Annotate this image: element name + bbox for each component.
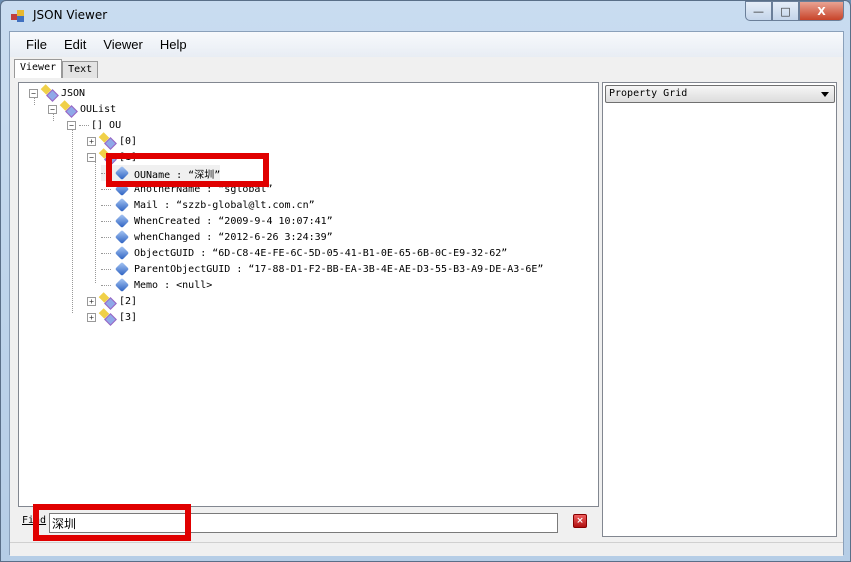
tree-node-item[interactable]: + [3]: [87, 309, 137, 325]
menu-viewer[interactable]: Viewer: [95, 37, 152, 52]
title-bar: JSON Viewer — □ X: [1, 1, 850, 31]
tree-prop[interactable]: Memo : <null>: [101, 277, 212, 293]
tree-node-oulist[interactable]: − OUList: [48, 101, 116, 117]
property-icon: [114, 261, 130, 277]
menu-bar: File Edit Viewer Help: [10, 32, 843, 57]
app-icon: [11, 10, 25, 22]
client-area: File Edit Viewer Help Viewer Text − JSON …: [9, 31, 844, 556]
minimize-button[interactable]: —: [745, 1, 772, 21]
highlight-box-find: [33, 504, 191, 541]
object-icon: [99, 134, 115, 148]
menu-help[interactable]: Help: [152, 37, 196, 52]
clear-find-button[interactable]: ×: [573, 514, 587, 528]
expand-icon[interactable]: +: [87, 296, 96, 306]
tab-viewer[interactable]: Viewer: [14, 59, 63, 78]
menu-file[interactable]: File: [18, 37, 56, 52]
property-panel: Property Grid: [602, 82, 837, 537]
json-tree[interactable]: − JSON − OUList −[] OU + [0] − [1] OUName : …: [18, 82, 599, 507]
tree-node-json[interactable]: − JSON: [29, 85, 85, 101]
app-window: JSON Viewer — □ X File Edit Viewer Help …: [0, 0, 851, 562]
maximize-button[interactable]: □: [772, 1, 799, 21]
tree-prop[interactable]: WhenCreated : “2009-9-4 10:07:41”: [101, 213, 333, 229]
tree-prop[interactable]: Mail : “szzb-global@lt.com.cn”: [101, 197, 315, 213]
window-title: JSON Viewer: [33, 8, 108, 22]
object-icon: [99, 294, 115, 308]
property-icon: [114, 213, 130, 229]
collapse-icon[interactable]: −: [48, 104, 57, 114]
menu-edit[interactable]: Edit: [56, 37, 95, 52]
tab-strip: Viewer Text: [14, 59, 99, 78]
close-button[interactable]: X: [799, 1, 844, 21]
tree-prop[interactable]: whenChanged : “2012-6-26 3:24:39”: [101, 229, 333, 245]
object-icon: [60, 102, 76, 116]
expand-icon[interactable]: +: [87, 312, 96, 322]
property-icon: [114, 197, 130, 213]
tree-prop[interactable]: ParentObjectGUID : “17-88-D1-F2-BB-EA-3B…: [101, 261, 543, 277]
collapse-icon[interactable]: −: [87, 152, 96, 162]
collapse-icon[interactable]: −: [67, 120, 76, 130]
object-icon: [41, 86, 57, 100]
highlight-box-ouname: [106, 153, 269, 187]
property-icon: [114, 245, 130, 261]
chevron-down-icon: [821, 92, 829, 101]
property-icon: [114, 229, 130, 245]
tree-node-item[interactable]: + [0]: [87, 133, 137, 149]
status-bar: [10, 542, 843, 556]
tree-prop[interactable]: ObjectGUID : “6D-C8-4E-FE-6C-5D-05-41-B1…: [101, 245, 507, 261]
property-grid-dropdown[interactable]: Property Grid: [605, 85, 835, 103]
tree-node-ou[interactable]: −[] OU: [67, 117, 121, 133]
tree-node-item[interactable]: + [2]: [87, 293, 137, 309]
tab-text[interactable]: Text: [62, 61, 99, 78]
object-icon: [99, 310, 115, 324]
expand-icon[interactable]: +: [87, 136, 96, 146]
property-icon: [114, 277, 130, 293]
collapse-icon[interactable]: −: [29, 88, 38, 98]
